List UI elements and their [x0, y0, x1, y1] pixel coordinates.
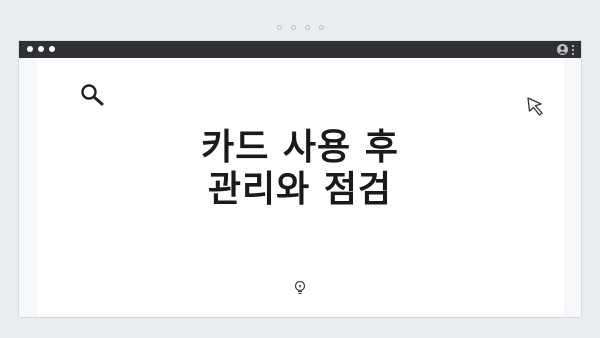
page-title: 카드 사용 후 관리와 점검: [0, 127, 600, 211]
window-control-dot[interactable]: [49, 46, 55, 52]
window-controls: [27, 46, 55, 52]
user-icon[interactable]: [557, 44, 568, 55]
pagination-dot[interactable]: [318, 25, 324, 30]
pointer-cursor-icon: [527, 97, 543, 116]
pagination-dot[interactable]: [290, 25, 296, 30]
search-icon[interactable]: [80, 83, 106, 107]
window-title-bar: [19, 41, 581, 58]
lightbulb-icon: [294, 280, 306, 295]
kebab-menu-icon[interactable]: [572, 44, 574, 55]
title-bar-actions: [557, 44, 574, 55]
pagination-dot[interactable]: [304, 25, 310, 30]
pagination-dot[interactable]: [276, 25, 282, 30]
window-control-dot[interactable]: [38, 46, 44, 52]
title-line-1: 카드 사용 후: [201, 127, 399, 168]
window-control-dot[interactable]: [27, 46, 33, 52]
pagination-dots: [0, 25, 600, 30]
title-line-2: 관리와 점검: [207, 169, 393, 210]
